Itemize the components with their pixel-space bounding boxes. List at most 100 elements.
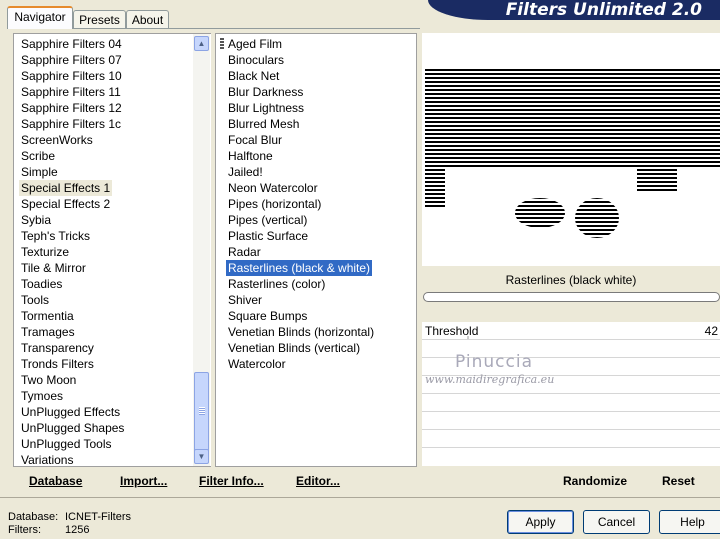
tab-presets[interactable]: Presets (73, 10, 126, 28)
raster-line (425, 133, 720, 135)
editor-button[interactable]: Editor... (296, 474, 340, 488)
watermark-url: www.maidiregrafica.eu (425, 373, 555, 386)
threshold-slider[interactable]: Threshold 42 (422, 322, 720, 339)
category-item[interactable]: Sapphire Filters 10 (19, 68, 124, 84)
category-item[interactable]: Tramages (19, 324, 77, 340)
category-item[interactable]: Texturize (19, 244, 71, 260)
scroll-thumb[interactable] (194, 372, 209, 452)
category-scrollbar[interactable]: ▲ ▼ (193, 34, 210, 466)
filter-item[interactable]: Jailed! (226, 164, 265, 180)
grip-icon (199, 407, 205, 415)
filter-item[interactable]: Watercolor (226, 356, 288, 372)
category-item[interactable]: UnPlugged Effects (19, 404, 122, 420)
filter-item[interactable]: Aged Film (226, 36, 284, 52)
category-item[interactable]: Tools (19, 292, 51, 308)
raster-line (425, 253, 720, 255)
category-item[interactable]: Sapphire Filters 1c (19, 116, 123, 132)
param-divider (422, 339, 720, 340)
category-item[interactable]: Special Effects 2 (19, 196, 112, 212)
raster-line (425, 101, 720, 103)
raster-line (425, 237, 720, 238)
scroll-up-button[interactable]: ▲ (194, 36, 209, 51)
preview-filter-title: Rasterlines (black white) (505, 273, 637, 287)
cancel-button[interactable]: Cancel (583, 510, 650, 534)
category-item[interactable]: UnPlugged Shapes (19, 420, 126, 436)
import-button[interactable]: Import... (120, 474, 167, 488)
category-item[interactable]: Tormentia (19, 308, 76, 324)
filter-item[interactable]: Neon Watercolor (226, 180, 320, 196)
randomize-button[interactable]: Randomize (563, 474, 627, 488)
filter-item[interactable]: Black Net (226, 68, 281, 84)
category-item[interactable]: Sybia (19, 212, 53, 228)
filter-item[interactable]: Shiver (226, 292, 264, 308)
filter-item[interactable]: Blur Lightness (226, 100, 306, 116)
scroll-down-button[interactable]: ▼ (194, 449, 209, 464)
filter-info-button[interactable]: Filter Info... (199, 474, 264, 488)
filter-item[interactable]: Halftone (226, 148, 275, 164)
preview-image (425, 69, 720, 259)
filter-item[interactable]: Pipes (vertical) (226, 212, 309, 228)
filter-item[interactable]: Rasterlines (color) (226, 276, 327, 292)
filter-item[interactable]: Blurred Mesh (226, 116, 301, 132)
category-item[interactable]: Scribe (19, 148, 57, 164)
category-item[interactable]: Tronds Filters (19, 356, 96, 372)
raster-line (425, 145, 720, 147)
tab-navigator[interactable]: Navigator (7, 6, 73, 29)
category-item[interactable]: Sapphire Filters 12 (19, 100, 124, 116)
category-item[interactable]: UnPlugged Tools (19, 436, 114, 452)
raster-line (425, 117, 720, 119)
divider (0, 497, 720, 498)
param-divider (422, 447, 720, 448)
threshold-fill (467, 336, 469, 339)
category-item[interactable]: Tymoes (19, 388, 65, 404)
apply-button[interactable]: Apply (507, 510, 574, 534)
raster-line (425, 121, 720, 123)
category-item[interactable]: Variations (19, 452, 75, 468)
filter-item[interactable]: Rasterlines (black & white) (224, 259, 374, 277)
database-button[interactable]: Database (29, 474, 82, 488)
raster-line (425, 161, 720, 163)
raster-line (425, 201, 720, 203)
category-list[interactable]: Sapphire Filters 04 Sapphire Filters 07 Sa… (13, 33, 211, 467)
category-item[interactable]: Simple (19, 164, 60, 180)
raster-line (425, 197, 720, 199)
category-item[interactable]: Sapphire Filters 11 (19, 84, 123, 100)
raster-line (425, 209, 720, 211)
category-item[interactable]: ScreenWorks (19, 132, 95, 148)
raster-line (425, 141, 720, 143)
category-item[interactable]: Transparency (19, 340, 96, 356)
filter-item[interactable]: Radar (226, 244, 263, 260)
filter-item[interactable]: Pipes (horizontal) (226, 196, 323, 212)
filter-item[interactable]: Venetian Blinds (vertical) (226, 340, 362, 356)
raster-line (425, 189, 720, 191)
category-item[interactable]: Teph's Tricks (19, 228, 92, 244)
filter-item[interactable]: Blur Darkness (226, 84, 305, 100)
raster-line (425, 257, 720, 259)
category-item[interactable]: Special Effects 1 (19, 180, 113, 196)
category-item[interactable]: Toadies (19, 276, 64, 292)
raster-line (425, 233, 720, 235)
category-item[interactable]: Sapphire Filters 07 (19, 52, 124, 68)
category-item[interactable]: Tile & Mirror (19, 260, 88, 276)
raster-line (425, 221, 720, 223)
filter-item[interactable]: Venetian Blinds (horizontal) (226, 324, 376, 340)
drag-handle-icon (220, 38, 224, 50)
filters-status-label: Filters: (8, 524, 41, 536)
app-banner: Filters Unlimited 2.0 (428, 0, 720, 20)
raster-line (425, 157, 720, 159)
raster-line (425, 77, 720, 79)
category-item[interactable]: Sapphire Filters 04 (19, 36, 124, 52)
raster-line (425, 193, 720, 195)
tab-about[interactable]: About (126, 10, 169, 28)
filter-item[interactable]: Focal Blur (226, 132, 284, 148)
filter-item[interactable]: Square Bumps (226, 308, 309, 324)
filter-item[interactable]: Binoculars (226, 52, 286, 68)
filter-list[interactable]: Aged Film Binoculars Black Net Blur Darknes… (215, 33, 417, 467)
reset-button[interactable]: Reset (662, 474, 695, 488)
category-item[interactable]: Two Moon (19, 372, 78, 388)
help-button[interactable]: Help (659, 510, 720, 534)
raster-line (425, 97, 720, 99)
filter-item[interactable]: Plastic Surface (226, 228, 310, 244)
raster-line (425, 181, 720, 183)
filters-status-value: 1256 (65, 524, 90, 536)
